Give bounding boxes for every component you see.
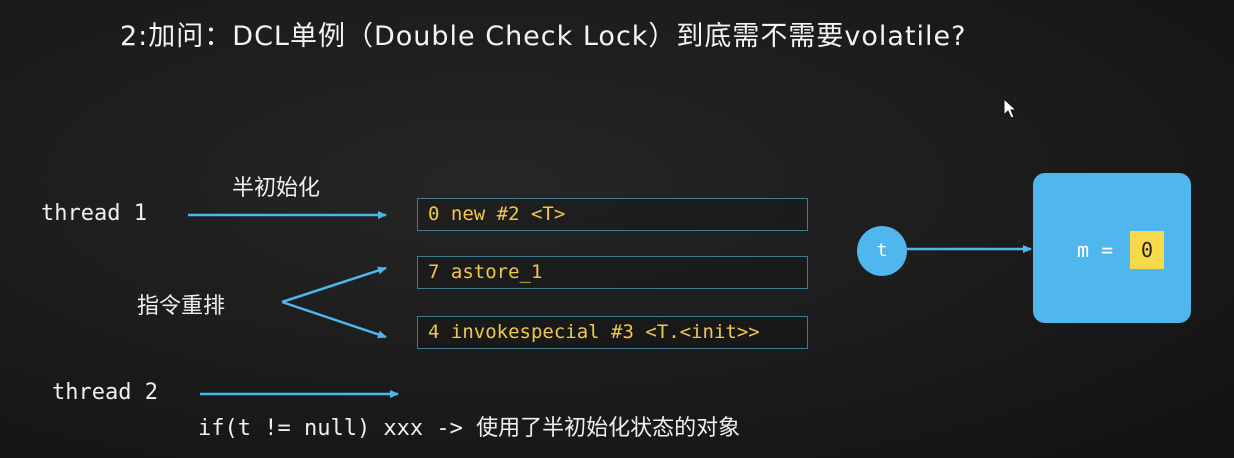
slide: 2:加问：DCL单例（Double Check Lock）到底需不需要volat…: [0, 0, 1234, 458]
arrows-layer: [188, 211, 1032, 398]
reorder-arrow-down: [281, 300, 387, 339]
mouse-cursor-icon: [1003, 98, 1018, 119]
reorder-arrow-up: [281, 266, 387, 304]
